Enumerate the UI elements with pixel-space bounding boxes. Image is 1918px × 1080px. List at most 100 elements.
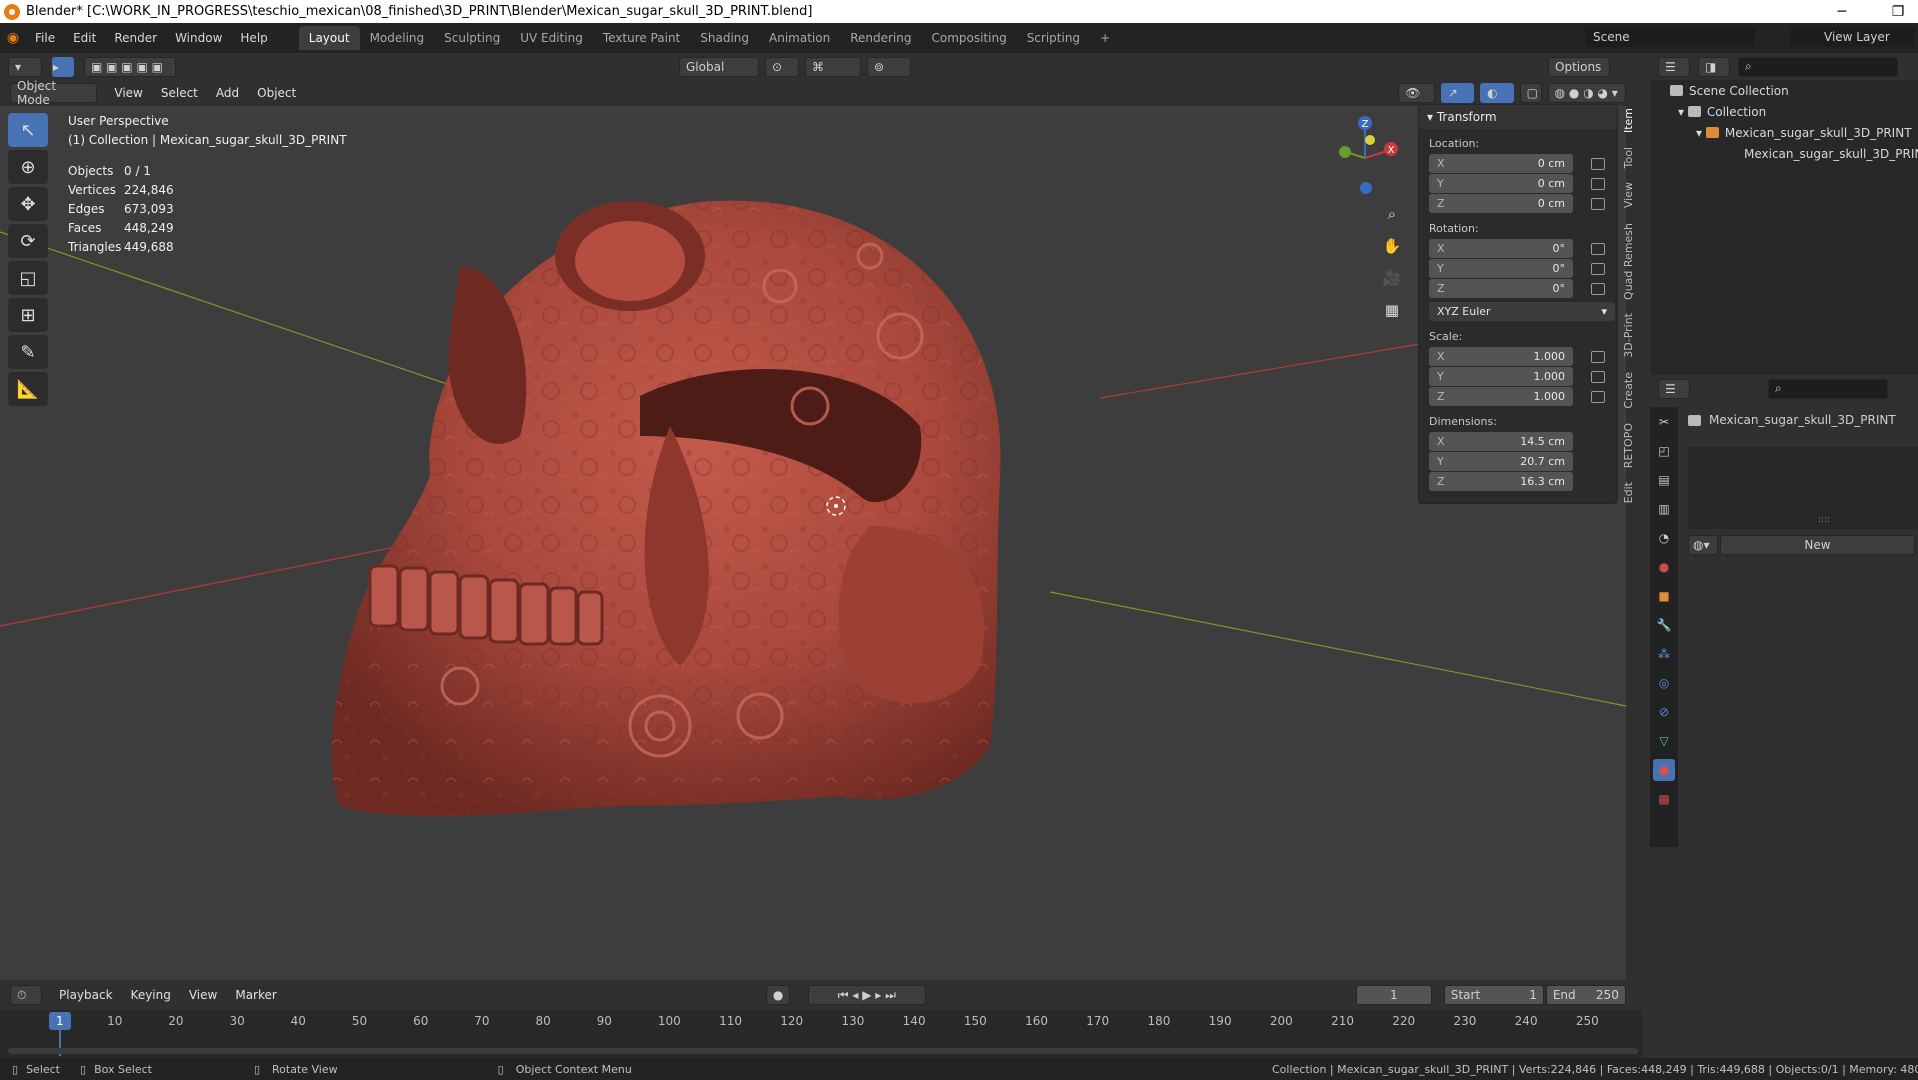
tab-shading[interactable]: Shading — [690, 26, 759, 50]
visibility-button[interactable]: 👁 — [1398, 83, 1435, 103]
outliner-search-input[interactable]: ⌕ — [1738, 56, 1898, 77]
render-props-icon[interactable]: ◰ — [1653, 440, 1675, 462]
select-tool-icon[interactable]: ▸ — [52, 56, 74, 77]
texture-props-icon[interactable]: ▩ — [1653, 788, 1675, 810]
constraints-props-icon[interactable]: ⊘ — [1653, 701, 1675, 723]
menu-playback[interactable]: Playback — [50, 988, 122, 1002]
modifier-props-icon[interactable]: 🔧 — [1653, 614, 1675, 636]
scale-tool-icon[interactable]: ◱ — [8, 261, 48, 295]
editor-type-button[interactable]: ▾ — [8, 56, 42, 77]
location-z-field[interactable]: Z0 cm — [1429, 194, 1573, 213]
tool-props-icon[interactable]: ✂ — [1653, 411, 1675, 433]
rotation-z-field[interactable]: Z 0° — [1429, 279, 1573, 298]
tab-3d-print[interactable]: 3D-Print — [1622, 313, 1635, 358]
blender-menu-icon[interactable]: ◉ — [0, 30, 26, 46]
tab-edit[interactable]: Edit — [1622, 482, 1635, 503]
outliner-row-scene-collection[interactable]: Scene Collection — [1650, 80, 1918, 101]
menu-render[interactable]: Render — [105, 26, 166, 50]
dimensions-y-field[interactable]: Y 20.7 cm — [1429, 452, 1573, 471]
tab-quad-remesh[interactable]: Quad Remesh — [1622, 223, 1635, 300]
proportional-edit-button[interactable]: ⊚ — [867, 56, 911, 77]
lock-icon[interactable] — [1591, 198, 1605, 210]
display-mode-button[interactable]: ◨ — [1698, 56, 1730, 77]
grid-perspective-icon[interactable]: ▦ — [1378, 296, 1406, 324]
world-props-icon[interactable]: ● — [1653, 556, 1675, 578]
menu-file[interactable]: File — [26, 26, 64, 50]
properties-type-button[interactable]: ☰ — [1658, 378, 1690, 399]
tab-animation[interactable]: Animation — [759, 26, 840, 50]
zoom-icon[interactable]: ⌕ — [1378, 200, 1406, 228]
menu-marker[interactable]: Marker — [226, 988, 285, 1002]
menu-add[interactable]: Add — [207, 86, 248, 100]
scale-y-field[interactable]: Y 1.000 — [1429, 367, 1573, 386]
gizmo-toggle[interactable]: ↗ — [1440, 83, 1475, 103]
tab-texture-paint[interactable]: Texture Paint — [593, 26, 690, 50]
menu-keying[interactable]: Keying — [122, 988, 180, 1002]
cursor-tool-icon[interactable]: ⊕ — [8, 150, 48, 184]
scale-x-field[interactable]: X 1.000 — [1429, 347, 1573, 366]
rotation-mode-dropdown[interactable]: XYZ Euler ▾ — [1429, 302, 1615, 321]
pivot-point-button[interactable]: ⊙ — [765, 56, 799, 77]
dimensions-z-field[interactable]: Z 16.3 cm — [1429, 472, 1573, 491]
particles-props-icon[interactable]: ⁂ — [1653, 643, 1675, 665]
minimize-button[interactable]: ─ — [1822, 0, 1862, 23]
menu-select[interactable]: Select — [152, 86, 207, 100]
menu-help[interactable]: Help — [231, 26, 276, 50]
lock-icon[interactable] — [1591, 178, 1605, 190]
overlay-toggle[interactable]: ◐ — [1480, 83, 1514, 103]
timeline[interactable]: 1 10 20 30 40 50 60 70 80 90 100 110 120 130 140 150 160… — [0, 1010, 1642, 1058]
camera-icon[interactable]: 🎥 — [1378, 264, 1406, 292]
scale-z-field[interactable]: Z 1.000 — [1429, 387, 1573, 406]
data-props-icon[interactable]: ▽ — [1653, 730, 1675, 752]
xray-toggle[interactable]: ▢ — [1519, 83, 1542, 103]
end-frame-field[interactable]: End 250 — [1545, 985, 1626, 1005]
outliner-row-object[interactable]: ▾ Mexican_sugar_skull_3D_PRINT — [1650, 122, 1918, 143]
object-props-icon[interactable]: ■ — [1653, 585, 1675, 607]
record-button[interactable]: ● — [765, 985, 790, 1005]
rotate-tool-icon[interactable]: ⟳ — [8, 224, 48, 258]
timeline-type-button[interactable]: ⏱ — [10, 985, 42, 1005]
tab-tool[interactable]: Tool — [1622, 147, 1635, 168]
outliner-row-mesh[interactable]: Mexican_sugar_skull_3D_PRINT — [1650, 143, 1918, 164]
lock-icon[interactable] — [1591, 263, 1605, 275]
rotation-x-field[interactable]: X 0° — [1429, 239, 1573, 258]
start-frame-field[interactable]: Start 1 — [1443, 985, 1544, 1005]
tab-create[interactable]: Create — [1622, 372, 1635, 409]
outliner-type-button[interactable]: ☰ — [1658, 56, 1690, 77]
menu-timeline-view[interactable]: View — [180, 988, 226, 1002]
properties-search-input[interactable]: ⌕ — [1768, 378, 1888, 399]
tab-uv-editing[interactable]: UV Editing — [510, 26, 593, 50]
pan-hand-icon[interactable]: ✋ — [1378, 232, 1406, 260]
annotate-tool-icon[interactable]: ✎ — [8, 335, 48, 369]
tab-item[interactable]: Item — [1622, 108, 1635, 133]
tab-rendering[interactable]: Rendering — [840, 26, 921, 50]
shading-mode-buttons[interactable]: ◍ ● ◑ ◕ ▾ — [1547, 83, 1627, 103]
rotation-y-field[interactable]: Y 0° — [1429, 259, 1573, 278]
menu-view[interactable]: View — [105, 86, 151, 100]
tab-view[interactable]: View — [1622, 182, 1635, 208]
selection-mode-buttons[interactable]: ▣ ▣ ▣ ▣ ▣ — [84, 56, 176, 77]
transform-tool-icon[interactable]: ⊞ — [8, 298, 48, 332]
playback-controls[interactable]: ⏮ ◂ ▶ ▸ ⏭ — [807, 985, 926, 1005]
view-layer-props-icon[interactable]: ▥ — [1653, 498, 1675, 520]
material-browse-button[interactable]: ◍▾ — [1688, 535, 1718, 555]
menu-object[interactable]: Object — [248, 86, 305, 100]
object-mode-dropdown[interactable]: Object Mode — [10, 79, 98, 107]
view-layer-selector[interactable]: View Layer — [1790, 27, 1915, 47]
material-slots-list[interactable]: :::: — [1688, 447, 1918, 529]
location-x-field[interactable]: X0 cm — [1429, 154, 1573, 173]
navigation-gizmo[interactable]: Z X — [1330, 112, 1410, 202]
select-box-tool-icon[interactable]: ↖ — [8, 113, 48, 147]
tab-retopo[interactable]: RETOPO — [1622, 423, 1635, 468]
lock-icon[interactable] — [1591, 283, 1605, 295]
tab-compositing[interactable]: Compositing — [921, 26, 1016, 50]
timeline-scrollbar[interactable] — [8, 1048, 1638, 1054]
tab-scripting[interactable]: Scripting — [1017, 26, 1090, 50]
transform-orientation-dropdown[interactable]: Global — [679, 56, 759, 77]
add-workspace-button[interactable]: + — [1090, 26, 1120, 50]
tab-sculpting[interactable]: Sculpting — [434, 26, 510, 50]
material-props-icon[interactable]: ● — [1653, 759, 1675, 781]
new-material-button[interactable]: New — [1720, 535, 1915, 555]
outliner-row-collection[interactable]: ▾ Collection — [1650, 101, 1918, 122]
menu-edit[interactable]: Edit — [64, 26, 105, 50]
